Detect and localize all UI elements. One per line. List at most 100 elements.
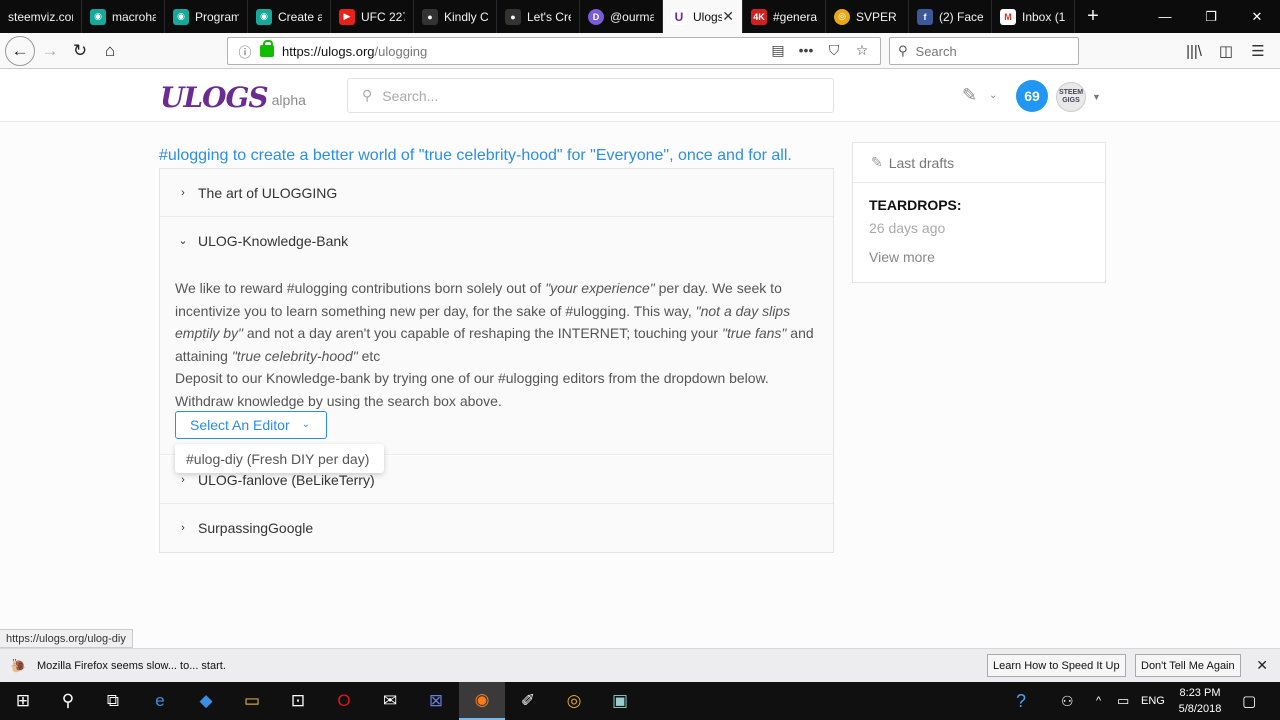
tab-favicon-icon: ◉: [90, 8, 106, 25]
tab-ufc[interactable]: ▶ UFC 227: [331, 0, 414, 33]
tab-facebook[interactable]: f (2) Faceb: [909, 0, 992, 33]
write-pen-icon[interactable]: ✎: [962, 85, 977, 106]
notification-badge[interactable]: 69: [1016, 80, 1048, 112]
window-app-icon[interactable]: ▣: [597, 682, 643, 720]
minimize-icon[interactable]: —: [1142, 0, 1188, 33]
tab-title: Ulogs: [693, 9, 723, 24]
tab-inbox[interactable]: M Inbox (13: [992, 0, 1075, 33]
accordion-label: ULOG-Knowledge-Bank: [198, 232, 349, 249]
chevron-up-icon[interactable]: ^: [1096, 682, 1101, 720]
sidebar-icon[interactable]: ◫: [1210, 37, 1242, 65]
lock-icon[interactable]: [260, 40, 274, 57]
edge-icon[interactable]: e: [137, 682, 183, 720]
reader-view-icon[interactable]: ▤: [764, 42, 792, 59]
info-icon[interactable]: ⓘ: [234, 42, 256, 61]
tab-kindly[interactable]: ● Kindly Cr: [414, 0, 497, 33]
notifications-icon[interactable]: ▢: [1242, 682, 1256, 720]
github-icon: ●: [422, 8, 438, 25]
url-bar[interactable]: ⓘ https://ulogs.org/ulogging ▤ ••• ⛉ ☆: [227, 37, 881, 65]
close-icon[interactable]: ✕: [1256, 657, 1268, 674]
select-editor-dropdown[interactable]: Select An Editor ⌄: [175, 411, 327, 439]
tab-create[interactable]: ◉ Create a: [248, 0, 331, 33]
home-button[interactable]: ⌂: [96, 37, 124, 65]
tab-svper[interactable]: ◎ SVPER Bu: [826, 0, 909, 33]
firefox-icon[interactable]: ◉: [459, 682, 505, 720]
accordion-label: ULOG-fanlove (BeLikeTerry): [198, 471, 375, 488]
menu-icon[interactable]: ☰: [1242, 37, 1274, 65]
pocket-icon[interactable]: ⛉: [820, 42, 848, 59]
paint-icon[interactable]: ✐: [505, 682, 551, 720]
tab-title: Inbox (13: [1022, 9, 1066, 24]
site-search-input[interactable]: ⚲ Search...: [347, 78, 834, 113]
url-text[interactable]: https://ulogs.org/ulogging: [282, 44, 427, 59]
slow-startup-notification: 🐌 Mozilla Firefox seems slow... to... st…: [0, 648, 1280, 682]
dropbox-icon[interactable]: ◆: [183, 682, 229, 720]
store-icon[interactable]: ⊡: [275, 682, 321, 720]
search-icon[interactable]: ⚲: [45, 682, 91, 720]
restore-icon[interactable]: ❐: [1188, 0, 1234, 33]
opera-icon[interactable]: O: [321, 682, 367, 720]
url-host: https://ulogs.org: [282, 43, 375, 59]
tab-ulogs[interactable]: U Ulogs ✕: [663, 0, 743, 33]
new-tab-button[interactable]: +: [1075, 0, 1111, 33]
ulogs-logo[interactable]: ULOGS alpha: [160, 84, 306, 112]
draft-title[interactable]: TEARDROPS:: [869, 197, 962, 213]
accordion-item-knowledge-bank[interactable]: ⌄ ULOG-Knowledge-Bank: [160, 217, 833, 265]
help-icon[interactable]: ?: [1016, 682, 1026, 720]
avatar[interactable]: STEEM GIGS: [1056, 82, 1086, 112]
close-window-icon[interactable]: ✕: [1234, 0, 1280, 33]
tab-lets-create[interactable]: ● Let's Cre: [497, 0, 580, 33]
file-explorer-icon[interactable]: ▭: [229, 682, 275, 720]
library-icon[interactable]: |||\: [1178, 37, 1210, 65]
language-indicator[interactable]: ENG: [1141, 682, 1165, 720]
forward-button[interactable]: →: [36, 37, 64, 65]
back-button[interactable]: ←: [5, 36, 35, 66]
caret-down-icon[interactable]: ▼: [1092, 92, 1101, 102]
tab-title: #general: [773, 9, 817, 24]
chrome-icon: ◎: [834, 8, 850, 25]
discord-icon: D: [588, 8, 604, 25]
tab-title: Create a: [278, 9, 322, 24]
chevron-down-icon[interactable]: ⌄: [989, 90, 997, 101]
people-icon[interactable]: ⚇: [1061, 682, 1074, 720]
dropdown-option-ulog-diy[interactable]: #ulog-diy (Fresh DIY per day): [175, 444, 384, 473]
browser-search-input[interactable]: ⚲ Search: [889, 37, 1079, 65]
tab-macrohard[interactable]: ◉ macrohard: [82, 0, 165, 33]
view-more-link[interactable]: View more: [869, 249, 935, 265]
chevron-right-icon: ›: [181, 473, 185, 486]
body-text: etc: [357, 347, 381, 364]
logo-mark: ULOGS: [160, 81, 269, 114]
tab-ourma[interactable]: D @ourma: [580, 0, 663, 33]
last-drafts-panel: ✎ Last drafts TEARDROPS: 26 days ago Vie…: [852, 142, 1106, 283]
clock-time: 8:23 PM: [1179, 687, 1221, 699]
reload-button[interactable]: ↻: [66, 37, 94, 65]
tab-title: (2) Faceb: [939, 9, 983, 24]
notification-message: Mozilla Firefox seems slow... to... star…: [37, 659, 226, 672]
accordion-item-art-of-ulogging[interactable]: › The art of ULOGGING: [160, 169, 833, 217]
close-tab-icon[interactable]: ✕: [722, 8, 734, 25]
mail-icon[interactable]: ✉: [367, 682, 413, 720]
dont-tell-again-button[interactable]: Don't Tell Me Again: [1135, 654, 1241, 677]
tab-general[interactable]: 4K #general: [743, 0, 826, 33]
page-actions-icon[interactable]: •••: [792, 42, 820, 59]
windows-start-icon[interactable]: ⊞: [0, 682, 46, 720]
bookmark-star-icon[interactable]: ☆: [848, 42, 876, 59]
learn-speed-button[interactable]: Learn How to Speed It Up: [987, 654, 1126, 677]
body-emphasis: "true fans": [721, 325, 787, 341]
url-bar-actions: ▤ ••• ⛉ ☆: [764, 42, 876, 59]
tab-programm[interactable]: ◉ Programm: [165, 0, 248, 33]
chrome-icon[interactable]: ◎: [551, 682, 597, 720]
home-icon: ⌂: [104, 41, 116, 60]
task-view-icon[interactable]: ⧉: [90, 682, 136, 720]
url-path: /ulogging: [374, 43, 428, 59]
accordion-item-surpassing-google[interactable]: › SurpassingGoogle: [160, 504, 833, 552]
chevron-right-icon: ›: [181, 186, 185, 199]
tab-steemviz[interactable]: steemviz.com: [0, 0, 82, 33]
clock[interactable]: 8:23 PM 5/8/2018: [1168, 685, 1232, 717]
battery-icon[interactable]: ▭: [1117, 682, 1129, 720]
windows-taskbar: ⊞ ⚲ ⧉ e ◆ ▭ ⊡ O ✉ ⊠ ◉ ✐ ◎ ▣ ? ⚇ ^ ▭ ENG …: [0, 682, 1280, 720]
network-app-icon[interactable]: ⊠: [413, 682, 459, 720]
page-content: ULOGS alpha ⚲ Search... ✎ ⌄ 69 STEEM GIG…: [0, 70, 1280, 648]
alpha-label: alpha: [271, 92, 306, 108]
deposit-text: Deposit to our Knowledge-bank by trying …: [175, 370, 769, 386]
